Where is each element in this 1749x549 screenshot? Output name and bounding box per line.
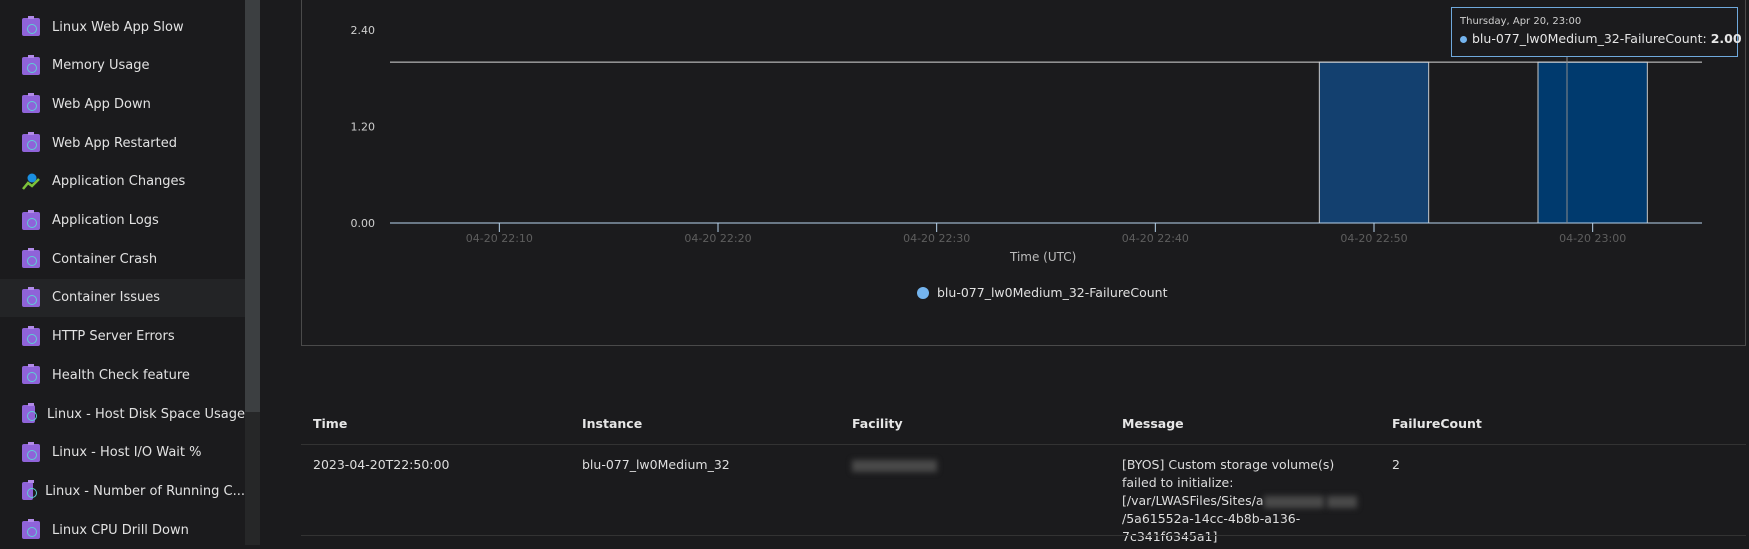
redacted xyxy=(1327,495,1358,508)
tooltip-dot-icon xyxy=(1460,36,1467,43)
column-header-failurecount[interactable]: FailureCount xyxy=(1392,416,1482,431)
sidebar-item[interactable]: Linux - Host I/O Wait % xyxy=(0,434,245,472)
sidebar-item-label: Linux - Host I/O Wait % xyxy=(52,445,202,461)
cell-failurecount: 2 xyxy=(1392,457,1400,472)
redacted xyxy=(1263,495,1324,508)
x-tick-label: 04-20 22:30 xyxy=(903,232,970,245)
y-tick-label: 0.00 xyxy=(351,217,376,230)
x-tick-label: 04-20 22:50 xyxy=(1340,232,1407,245)
table-row-divider xyxy=(301,535,1746,536)
bar[interactable] xyxy=(1537,61,1648,224)
x-tick-label: 04-20 23:00 xyxy=(1559,232,1626,245)
sidebar-item-label: Health Check feature xyxy=(52,367,190,383)
cell-time: 2023-04-20T22:50:00 xyxy=(313,457,450,472)
column-header-facility[interactable]: Facility xyxy=(852,416,903,431)
sidebar-item[interactable]: Linux - Number of Running C... xyxy=(0,472,245,510)
tooltip-value: 2.00 xyxy=(1710,31,1742,46)
table-header-divider xyxy=(301,444,1746,445)
y-tick-label: 1.20 xyxy=(351,121,376,134)
scrollbar-track[interactable] xyxy=(245,412,260,545)
bar[interactable] xyxy=(1318,61,1430,224)
chart-legend[interactable]: blu-077_lw0Medium_32-FailureCount xyxy=(917,285,1168,300)
x-tick-label: 04-20 22:10 xyxy=(466,232,533,245)
sidebar-item-label: Linux - Number of Running C... xyxy=(45,483,245,499)
cell-facility-redacted xyxy=(852,456,937,474)
column-header-time[interactable]: Time xyxy=(313,416,347,431)
sidebar-item[interactable]: Health Check feature xyxy=(0,356,245,394)
x-tick-label: 04-20 22:40 xyxy=(1122,232,1189,245)
workbook-icon xyxy=(22,403,37,423)
y-tick-label: 2.40 xyxy=(351,24,376,37)
column-header-instance[interactable]: Instance xyxy=(582,416,642,431)
cell-instance: blu-077_lw0Medium_32 xyxy=(582,457,730,472)
x-axis-title: Time (UTC) xyxy=(1010,250,1077,264)
sidebar-item[interactable]: Linux - Host Disk Space Usage xyxy=(0,395,245,433)
column-header-message[interactable]: Message xyxy=(1122,416,1184,431)
sidebar-item[interactable]: Linux CPU Drill Down xyxy=(0,511,245,549)
chart-tooltip: Thursday, Apr 20, 23:00 blu-077_lw0Mediu… xyxy=(1451,7,1742,57)
x-tick-label: 04-20 22:20 xyxy=(684,232,751,245)
legend-dot-icon xyxy=(917,286,929,299)
workbook-icon xyxy=(22,364,40,385)
sidebar-item-label: Linux CPU Drill Down xyxy=(52,522,189,538)
legend-label: blu-077_lw0Medium_32-FailureCount xyxy=(937,285,1168,300)
message-part-2: /5a61552a-14cc-4b8b-a136-7c341f6345a1] xyxy=(1122,511,1301,544)
workbook-icon xyxy=(22,480,38,501)
workbook-icon xyxy=(22,519,40,540)
tooltip-series: blu-077_lw0Medium_32-FailureCount: xyxy=(1472,31,1707,46)
workbook-icon xyxy=(22,441,40,462)
sidebar-item-label: Linux - Host Disk Space Usage xyxy=(46,406,245,422)
tooltip-title: Thursday, Apr 20, 23:00 xyxy=(1460,16,1582,27)
cell-message: [BYOS] Custom storage volume(s) failed t… xyxy=(1122,456,1372,546)
